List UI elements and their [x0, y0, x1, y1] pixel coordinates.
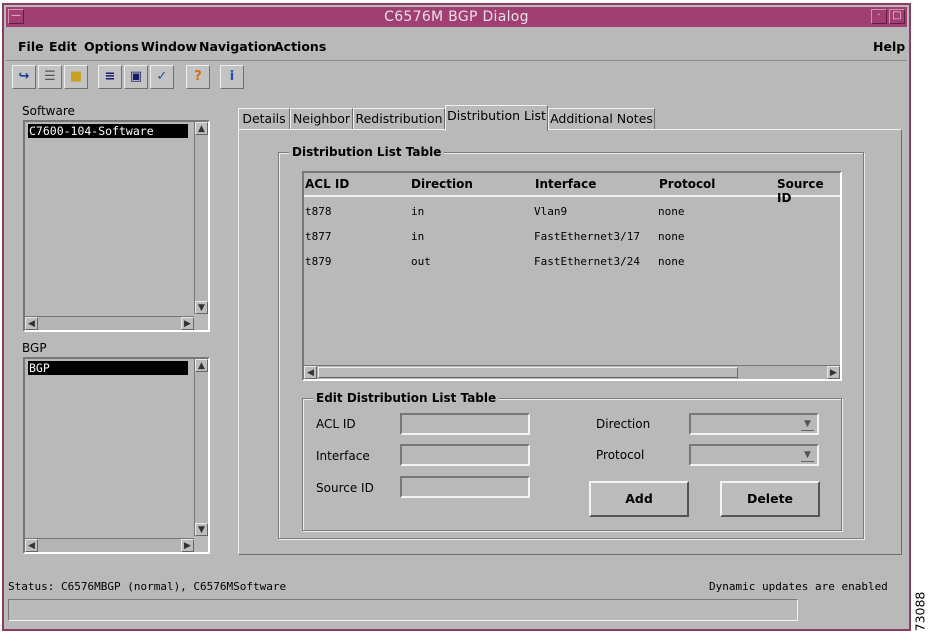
table-row[interactable]: t877 in FastEthernet3/17 none: [304, 230, 840, 246]
cell-acl-id: t877: [305, 230, 332, 243]
figure-number-text: 73088: [912, 591, 928, 632]
acl-id-field[interactable]: [400, 413, 530, 435]
menu-navigation[interactable]: Navigation: [199, 39, 275, 54]
software-label: Software: [22, 104, 75, 118]
software-list[interactable]: C7600-104-Software ▲ ▼ ◀ ▶: [23, 120, 210, 332]
title-bar[interactable]: — C6576M BGP Dialog · □: [6, 7, 907, 27]
cell-direction: in: [411, 230, 425, 243]
column-header-interface[interactable]: Interface: [535, 177, 596, 191]
distribution-table: ACL ID Direction Interface Protocol Sour…: [302, 171, 842, 381]
bgp-list[interactable]: BGP ▲ ▼ ◀ ▶: [23, 357, 210, 554]
protocol-select[interactable]: ▼: [689, 444, 819, 466]
maximize-button[interactable]: □: [889, 9, 905, 24]
status-text: Status: C6576MBGP (normal), C6576MSoftwa…: [8, 580, 286, 593]
bgp-label: BGP: [22, 341, 47, 355]
table-row[interactable]: t878 in Vlan9 none: [304, 205, 840, 221]
software-vertical-scrollbar[interactable]: ▲ ▼: [194, 122, 208, 314]
tab-additional-notes[interactable]: Additional Notes: [548, 108, 655, 130]
list-icon[interactable]: ≡: [98, 65, 122, 89]
distribution-list-title: Distribution List Table: [289, 145, 445, 159]
chevron-down-icon[interactable]: ▼: [801, 418, 814, 431]
progress-bar: [8, 599, 798, 621]
cell-direction: out: [411, 255, 431, 268]
interface-field[interactable]: [400, 444, 530, 466]
source-id-label: Source ID: [316, 481, 374, 495]
scroll-right-icon[interactable]: ▶: [181, 317, 194, 330]
minimize-button[interactable]: ·: [871, 9, 887, 24]
menu-actions[interactable]: Actions: [274, 39, 326, 54]
column-header-protocol[interactable]: Protocol: [659, 177, 715, 191]
protocol-label: Protocol: [596, 448, 645, 462]
menu-file[interactable]: File: [18, 39, 44, 54]
chevron-down-icon[interactable]: ▼: [801, 449, 814, 462]
menu-help[interactable]: Help: [873, 39, 905, 54]
folder-icon[interactable]: ■: [64, 65, 88, 89]
table-header: ACL ID Direction Interface Protocol Sour…: [304, 173, 840, 205]
scroll-down-icon[interactable]: ▼: [195, 301, 208, 314]
scroll-right-icon[interactable]: ▶: [827, 366, 840, 379]
tab-neighbor[interactable]: Neighbor: [290, 108, 353, 130]
menu-options[interactable]: Options: [84, 39, 139, 54]
run-icon[interactable]: ↪: [12, 65, 36, 89]
menu-bar: File Edit Options Window Navigation Acti…: [6, 29, 907, 61]
table-row[interactable]: t879 out FastEthernet3/24 none: [304, 255, 840, 271]
direction-label: Direction: [596, 417, 651, 431]
menu-window[interactable]: Window: [141, 39, 197, 54]
table-horizontal-scrollbar[interactable]: ◀ ▶: [304, 365, 840, 379]
software-horizontal-scrollbar[interactable]: ◀ ▶: [25, 316, 194, 330]
add-button[interactable]: Add: [589, 481, 689, 517]
column-header-source-id[interactable]: Source ID: [777, 177, 840, 205]
stack-icon[interactable]: ☰: [38, 65, 62, 89]
cell-protocol: none: [658, 230, 685, 243]
tab-redistribution[interactable]: Redistribution: [353, 108, 445, 130]
window-menu-button[interactable]: —: [8, 9, 24, 24]
delete-button[interactable]: Delete: [720, 481, 820, 517]
cell-direction: in: [411, 205, 425, 218]
scrollbar-thumb[interactable]: [318, 367, 738, 378]
acl-id-label: ACL ID: [316, 417, 356, 431]
scroll-down-icon[interactable]: ▼: [195, 523, 208, 536]
scroll-left-icon[interactable]: ◀: [304, 366, 317, 379]
source-id-field[interactable]: [400, 476, 530, 498]
cell-interface: FastEthernet3/17: [534, 230, 640, 243]
bgp-horizontal-scrollbar[interactable]: ◀ ▶: [25, 538, 194, 552]
window-title: C6576M BGP Dialog: [384, 9, 529, 25]
software-list-item[interactable]: C7600-104-Software: [28, 124, 188, 138]
dynamic-updates-text: Dynamic updates are enabled: [709, 580, 888, 593]
scroll-left-icon[interactable]: ◀: [25, 539, 38, 552]
tab-distribution-list[interactable]: Distribution List: [445, 105, 548, 131]
check-icon[interactable]: ✓: [150, 65, 174, 89]
cell-acl-id: t879: [305, 255, 332, 268]
column-header-acl-id[interactable]: ACL ID: [305, 177, 349, 191]
cell-interface: Vlan9: [534, 205, 568, 218]
interface-label: Interface: [316, 449, 370, 463]
scroll-right-icon[interactable]: ▶: [181, 539, 194, 552]
cell-protocol: none: [658, 205, 685, 218]
monitor-icon[interactable]: ▣: [124, 65, 148, 89]
direction-select[interactable]: ▼: [689, 413, 819, 435]
scroll-up-icon[interactable]: ▲: [195, 359, 208, 372]
bgp-list-item[interactable]: BGP: [28, 361, 188, 375]
bgp-vertical-scrollbar[interactable]: ▲ ▼: [194, 359, 208, 536]
info-icon[interactable]: i: [220, 65, 244, 89]
column-header-direction[interactable]: Direction: [411, 177, 473, 191]
help-icon[interactable]: ?: [186, 65, 210, 89]
edit-distribution-title: Edit Distribution List Table: [313, 391, 500, 405]
cell-protocol: none: [658, 255, 685, 268]
dialog-window: — C6576M BGP Dialog · □ File Edit Option…: [2, 3, 911, 631]
figure-number: 73088: [910, 592, 933, 632]
scroll-left-icon[interactable]: ◀: [25, 317, 38, 330]
cell-interface: FastEthernet3/24: [534, 255, 640, 268]
cell-acl-id: t878: [305, 205, 332, 218]
toolbar: ↪ ☰ ■ ≡ ▣ ✓ ? i: [6, 61, 907, 95]
scroll-up-icon[interactable]: ▲: [195, 122, 208, 135]
tab-details[interactable]: Details: [238, 108, 290, 130]
menu-edit[interactable]: Edit: [49, 39, 77, 54]
